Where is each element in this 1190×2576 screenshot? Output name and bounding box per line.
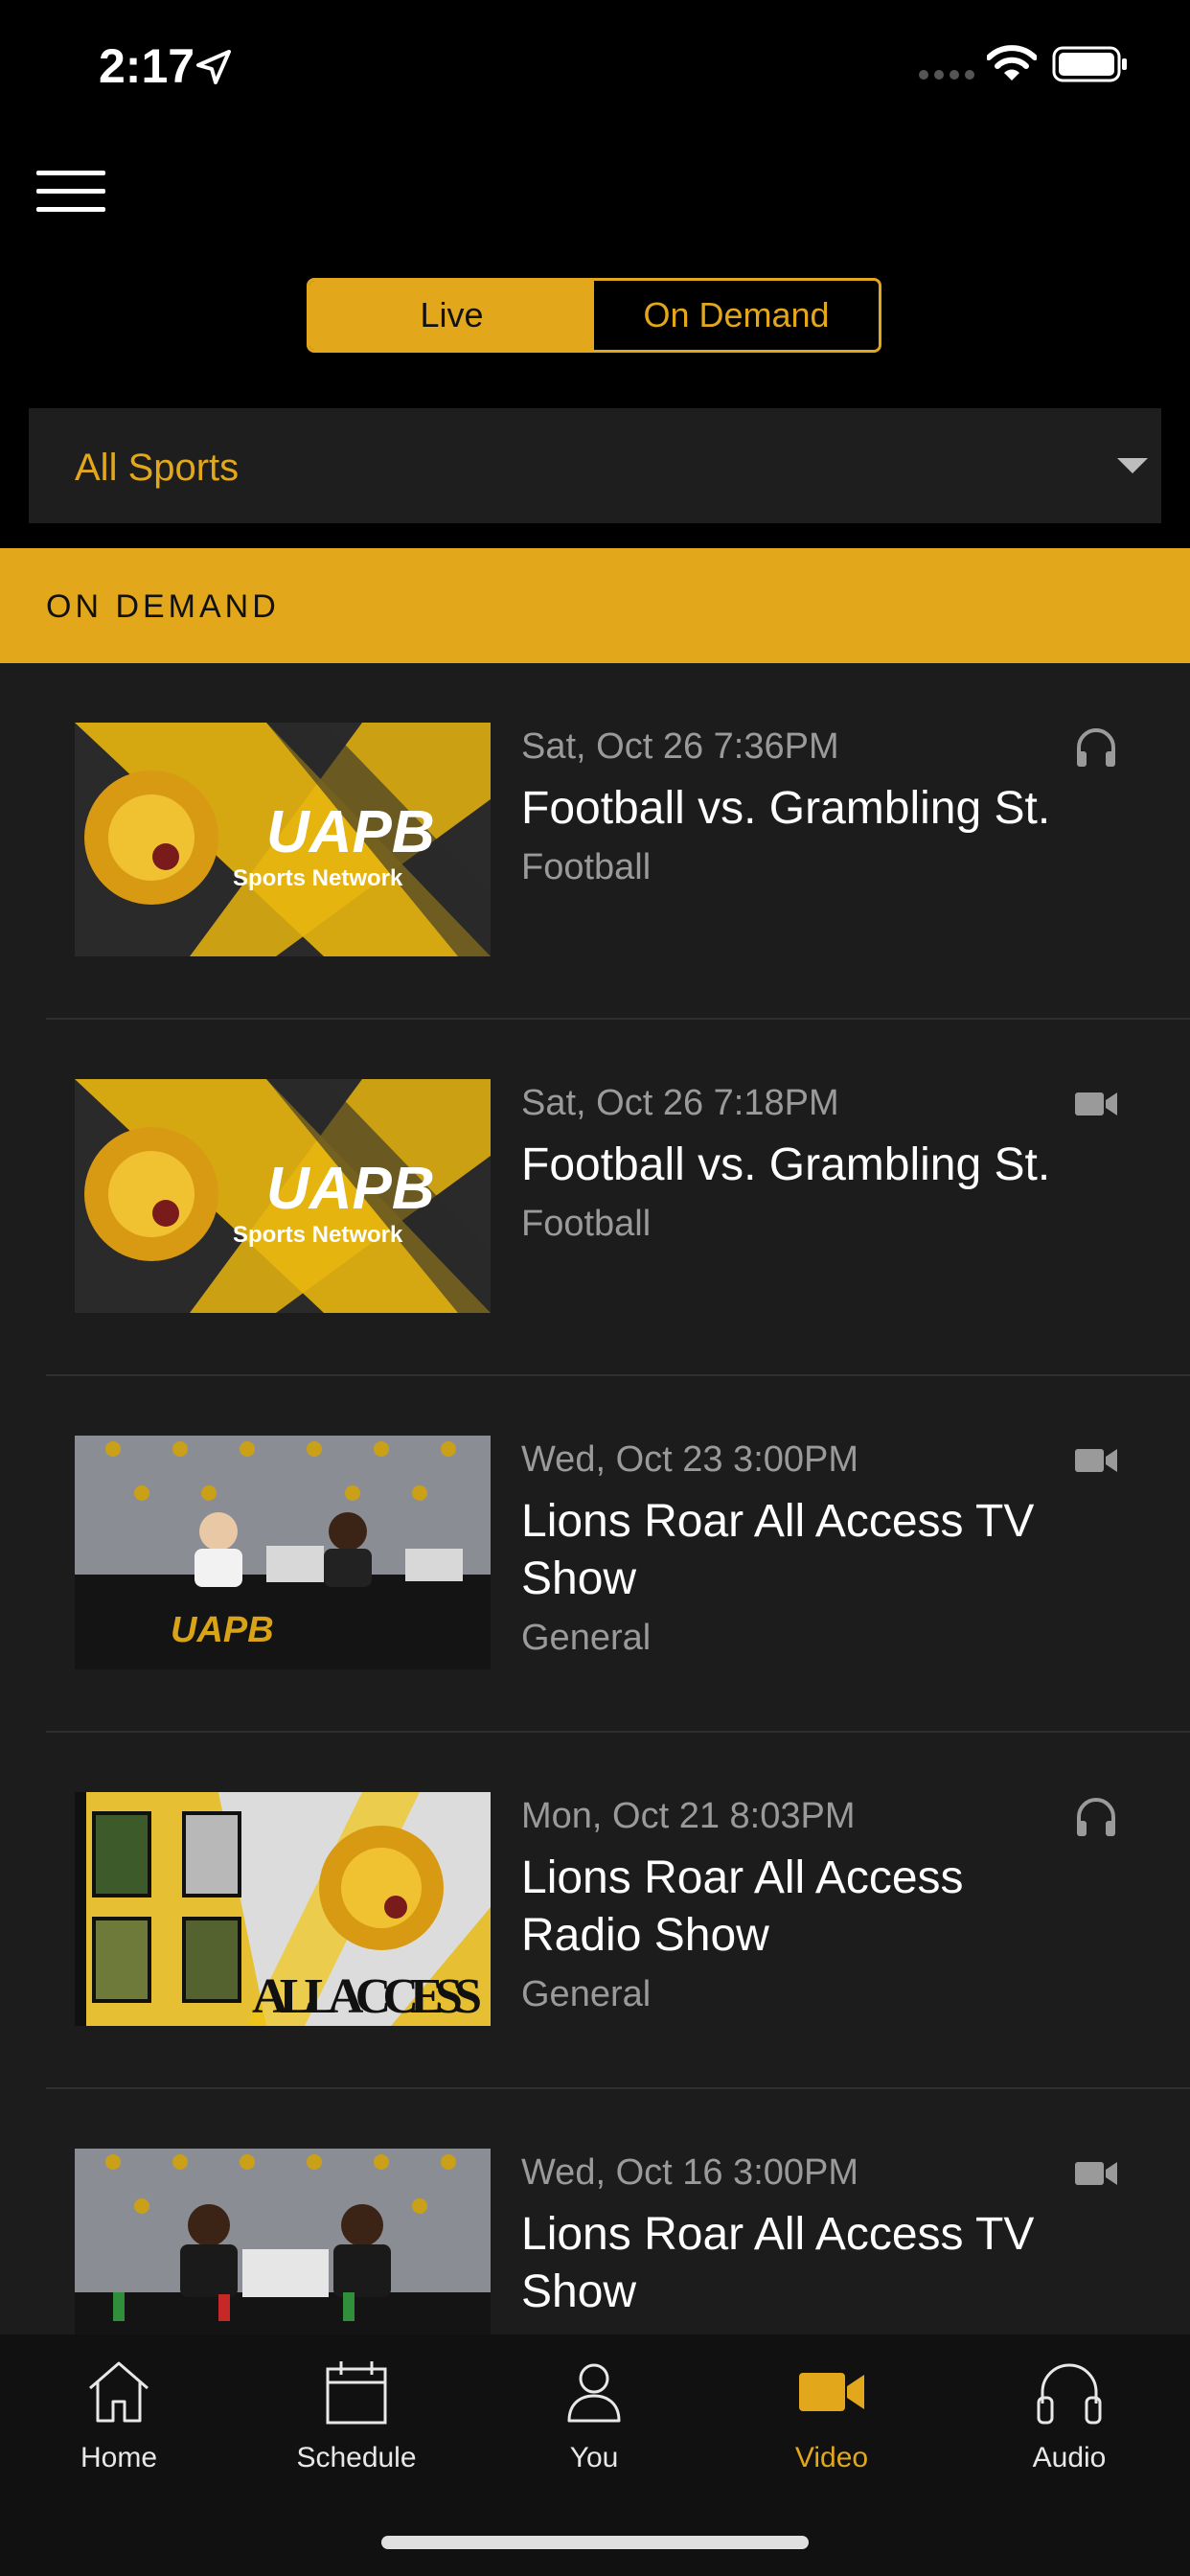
item-date: Mon, Oct 21 8:03PM bbox=[521, 1796, 856, 1836]
tab-label: Video bbox=[794, 2442, 869, 2473]
item-category: Football bbox=[521, 847, 652, 887]
list-item[interactable]: Wed, Oct 16 3:00PM Lions Roar All Access… bbox=[0, 2089, 1190, 2334]
calendar-icon bbox=[326, 2361, 387, 2425]
section-header: ON DEMAND bbox=[0, 548, 1190, 663]
video-camera-icon bbox=[1075, 1092, 1117, 1116]
studio-desk-thumbnail bbox=[75, 2149, 491, 2334]
item-title: Lions Roar All Access TV Show bbox=[521, 1496, 1035, 1604]
uapb-sports-network-thumbnail: UAPB Sports Network bbox=[75, 1079, 491, 1313]
item-category: Football bbox=[521, 1204, 652, 1244]
home-icon bbox=[89, 2361, 149, 2423]
sport-filter-value: All Sports bbox=[75, 447, 240, 489]
video-camera-icon bbox=[1075, 2162, 1117, 2185]
list-item[interactable]: UAPB Sports Network Sat, Oct 26 7:18PM F… bbox=[0, 1020, 1190, 1376]
tab-you[interactable]: You bbox=[475, 2356, 713, 2499]
item-date: Sat, Oct 26 7:18PM bbox=[521, 1083, 839, 1123]
tab-schedule[interactable]: Schedule bbox=[238, 2356, 475, 2499]
tab-label: You bbox=[569, 2442, 619, 2473]
item-date: Sat, Oct 26 7:36PM bbox=[521, 726, 839, 767]
brand-text: UAPB bbox=[266, 1156, 435, 1222]
list-item[interactable]: UAPB Wed, Oct 23 3:00PM Lions Roar All A… bbox=[0, 1376, 1190, 1733]
tab-label: Schedule bbox=[296, 2442, 417, 2473]
studio-desk-thumbnail: UAPB bbox=[75, 1436, 491, 1669]
home-indicator bbox=[381, 2536, 809, 2549]
live-ondemand-toggle: Live On Demand bbox=[307, 278, 881, 353]
item-title: Football vs. Grambling St. bbox=[521, 1139, 1051, 1190]
brand-text: UAPB bbox=[266, 799, 435, 865]
uapb-sports-network-thumbnail: UAPB Sports Network bbox=[75, 723, 491, 956]
status-time: 2:17 bbox=[99, 39, 195, 93]
brand-subtext: Sports Network bbox=[233, 1222, 403, 1248]
video-camera-icon bbox=[799, 2373, 864, 2411]
all-access-text: ALL ACCESS bbox=[252, 1969, 482, 2024]
item-title: Football vs. Grambling St. bbox=[521, 783, 1051, 834]
battery-icon bbox=[1052, 46, 1127, 82]
wifi-icon bbox=[987, 45, 1037, 80]
headphones-icon bbox=[1037, 2363, 1102, 2425]
item-date: Wed, Oct 16 3:00PM bbox=[521, 2152, 859, 2193]
headphones-icon bbox=[1077, 1798, 1115, 1836]
live-segment[interactable]: Live bbox=[309, 281, 594, 350]
brand-subtext: Sports Network bbox=[233, 865, 403, 891]
item-title: Lions Roar All Access TV Show bbox=[521, 2209, 1035, 2317]
section-title: ON DEMAND bbox=[46, 588, 280, 625]
brand-text: UAPB bbox=[171, 1610, 274, 1650]
item-category: General bbox=[521, 1974, 652, 2014]
tab-audio[interactable]: Audio bbox=[950, 2356, 1188, 2499]
video-camera-icon bbox=[1075, 1449, 1117, 1472]
headphones-icon bbox=[1077, 728, 1115, 767]
all-access-thumbnail: ALL ACCESS bbox=[75, 1792, 491, 2026]
list-item[interactable]: ALL ACCESS Mon, Oct 21 8:03PM Lions Roar… bbox=[0, 1733, 1190, 2089]
person-icon bbox=[567, 2363, 621, 2423]
status-bar: 2:17 bbox=[0, 0, 1190, 134]
cellular-signal-icon bbox=[919, 70, 974, 80]
list-item[interactable]: UAPB Sports Network Sat, Oct 26 7:36PM F… bbox=[0, 663, 1190, 1020]
item-category: General bbox=[521, 1618, 652, 1658]
ondemand-segment[interactable]: On Demand bbox=[594, 281, 879, 350]
video-list: UAPB Sports Network Sat, Oct 26 7:36PM F… bbox=[0, 663, 1190, 2334]
tab-label: Home bbox=[80, 2442, 158, 2473]
item-title: Lions Roar All Access Radio Show bbox=[521, 1852, 964, 1961]
tab-home[interactable]: Home bbox=[0, 2356, 238, 2499]
item-date: Wed, Oct 23 3:00PM bbox=[521, 1439, 859, 1480]
tab-label: Audio bbox=[1032, 2442, 1107, 2473]
dropdown-caret-icon bbox=[1117, 458, 1148, 473]
sport-filter-dropdown[interactable]: All Sports bbox=[29, 408, 1161, 523]
menu-button[interactable] bbox=[36, 169, 105, 215]
tab-video[interactable]: Video bbox=[713, 2356, 950, 2499]
location-arrow-icon bbox=[196, 50, 231, 84]
